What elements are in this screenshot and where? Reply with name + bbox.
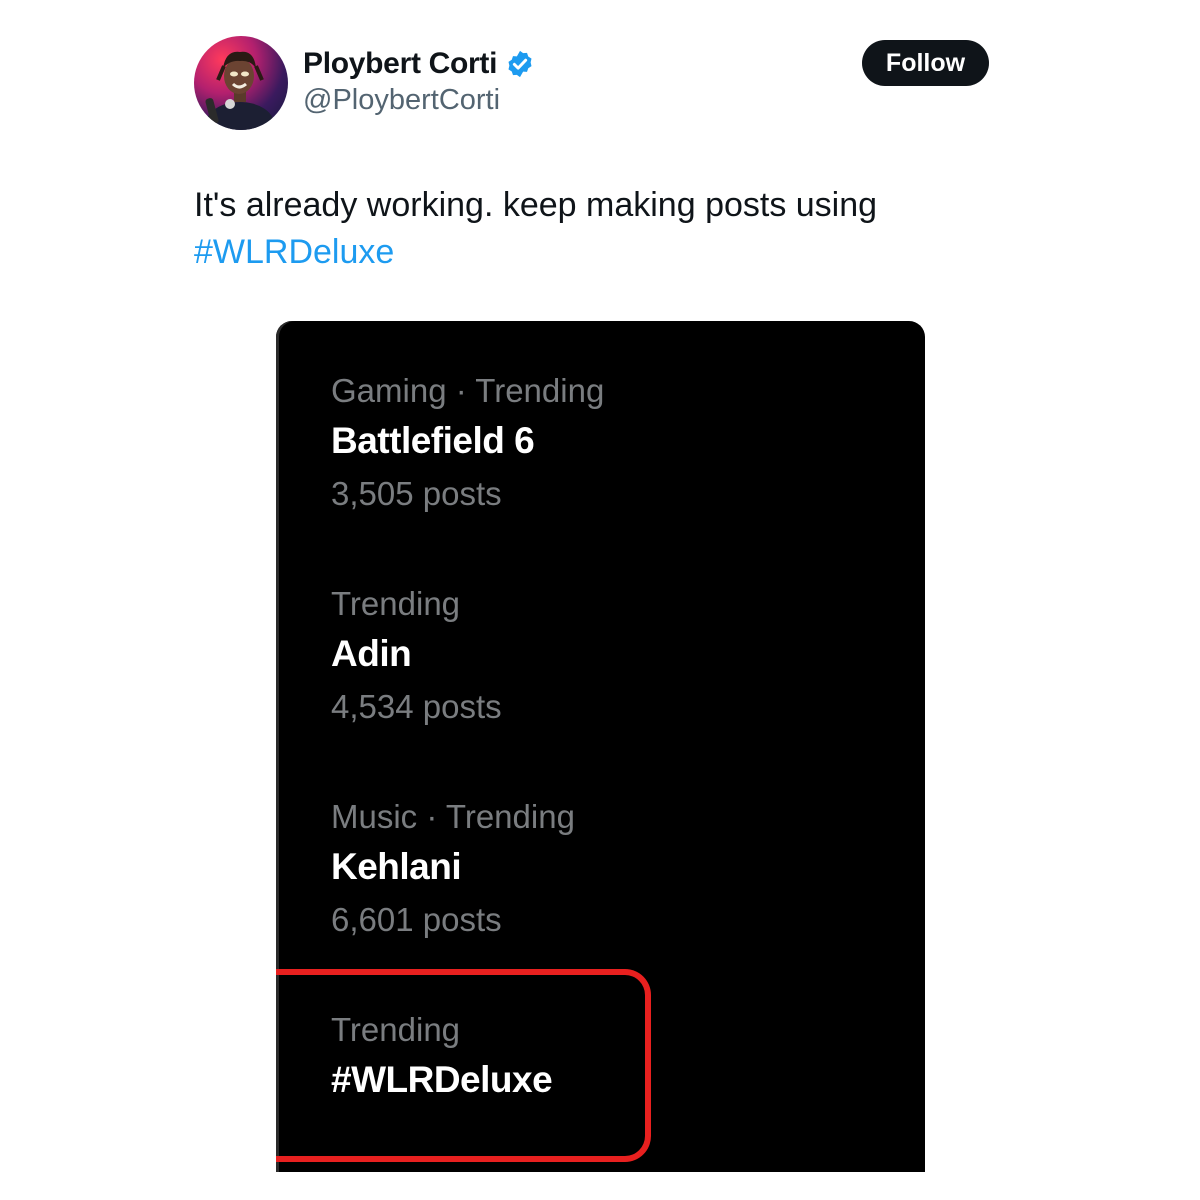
tweet-body: It's already working. keep making posts … — [194, 186, 878, 224]
trend-meta: Gaming · Trending — [331, 372, 605, 409]
author-name-row: Ploybert Corti — [303, 44, 535, 84]
red-highlight-annotation — [276, 969, 651, 1162]
trend-count: 6,601 posts — [331, 901, 502, 938]
trend-topic: Battlefield 6 — [331, 420, 535, 461]
trend-meta: Music · Trending — [331, 798, 575, 835]
trend-count: 4,534 posts — [331, 688, 502, 725]
verified-badge-icon — [508, 50, 532, 78]
trend-count: 3,505 posts — [331, 475, 502, 512]
author-handle[interactable]: @PloybertCorti — [303, 84, 500, 117]
avatar-image — [205, 51, 274, 130]
post-header: Ploybert Corti @PloybertCorti Follow — [0, 0, 1200, 140]
author-name[interactable]: Ploybert Corti — [303, 47, 497, 81]
trend-topic: Kehlani — [331, 846, 462, 887]
follow-button[interactable]: Follow — [862, 40, 989, 86]
trend-item[interactable]: Gaming · Trending Battlefield 6 3,505 po… — [331, 371, 604, 514]
trend-item[interactable]: Trending Adin 4,534 posts — [331, 584, 502, 727]
trending-screenshot: Gaming · Trending Battlefield 6 3,505 po… — [276, 321, 925, 1172]
trend-topic: Adin — [331, 633, 412, 674]
tweet-hashtag-link[interactable]: #WLRDeluxe — [194, 229, 954, 276]
trend-meta: Trending — [331, 585, 461, 622]
tweet-text: It's already working. keep making posts … — [194, 182, 954, 276]
trend-item[interactable]: Music · Trending Kehlani 6,601 posts — [331, 797, 575, 940]
avatar[interactable] — [194, 36, 288, 130]
